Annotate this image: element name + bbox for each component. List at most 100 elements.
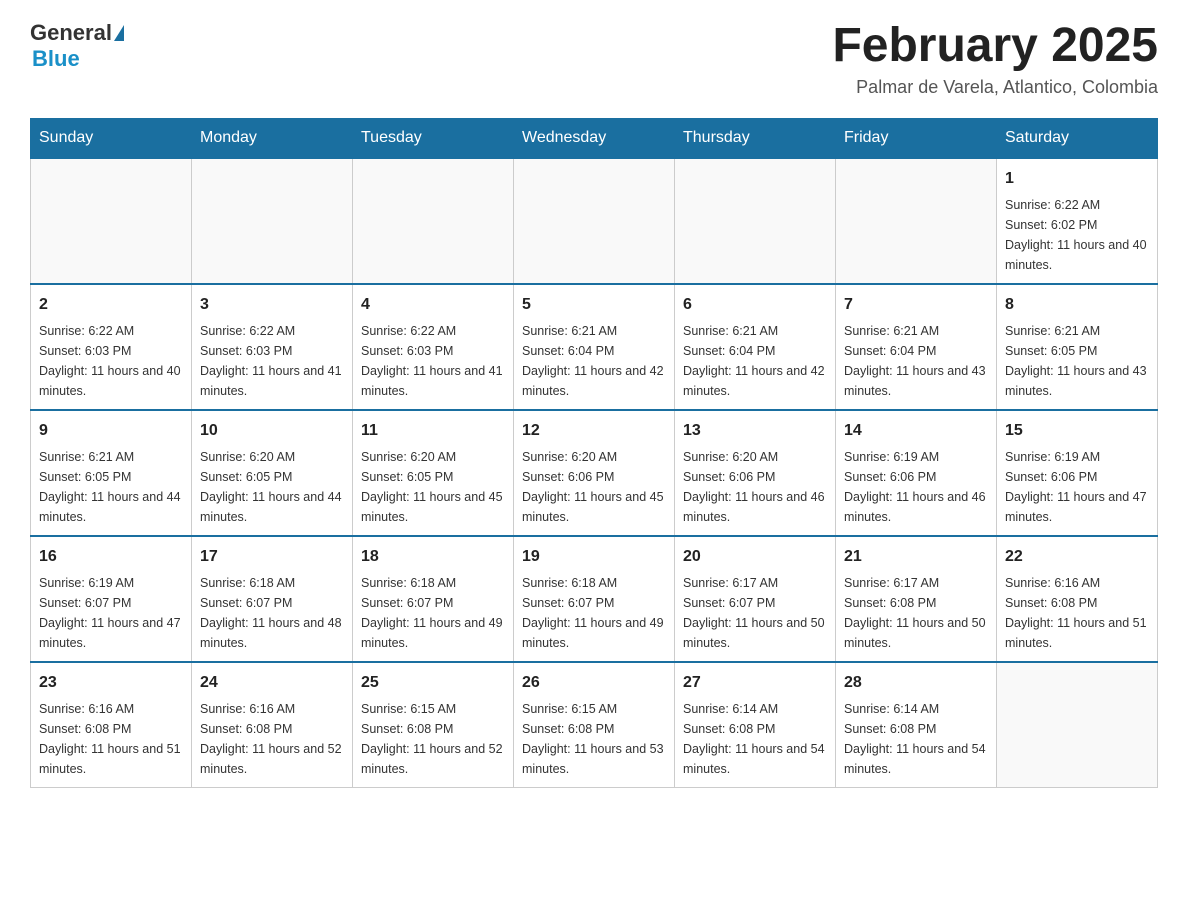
table-row: 15Sunrise: 6:19 AM Sunset: 6:06 PM Dayli… <box>997 410 1158 536</box>
table-row: 9 Sunrise: 6:21 AM Sunset: 6:05 PM Daylig… <box>31 410 192 536</box>
logo: General Blue <box>30 20 126 72</box>
day-number: 18 <box>361 545 505 569</box>
day-info: Sunrise: 6:21 AM Sunset: 6:04 PM Dayligh… <box>844 321 988 401</box>
day-number: 16 <box>39 545 183 569</box>
table-row: 20 Sunrise: 6:17 AM Sunset: 6:07 PM Dayli… <box>675 536 836 662</box>
header-saturday: Saturday <box>997 118 1158 158</box>
day-info: Sunrise: 6:20 AM Sunset: 6:06 PM Dayligh… <box>683 447 827 527</box>
day-number: 3 <box>200 293 344 317</box>
day-info: Sunrise: 6:20 AM Sunset: 6:05 PM Dayligh… <box>361 447 505 527</box>
day-info: Sunrise: 6:14 AM Sunset: 6:08 PM Dayligh… <box>844 699 988 779</box>
day-info: Sunrise: 6:14 AM Sunset: 6:08 PM Dayligh… <box>683 699 827 779</box>
logo-triangle-icon <box>114 25 124 41</box>
day-info: Sunrise: 6:22 AM Sunset: 6:03 PM Dayligh… <box>361 321 505 401</box>
day-info: Sunrise: 6:19 AM Sunset: 6:06 PM Dayligh… <box>844 447 988 527</box>
day-number: 1 <box>1005 167 1149 191</box>
table-row: 18 Sunrise: 6:18 AM Sunset: 6:07 PM Dayli… <box>353 536 514 662</box>
table-row <box>192 158 353 284</box>
day-number: 28 <box>844 671 988 695</box>
day-number: 5 <box>522 293 666 317</box>
day-number: 27 <box>683 671 827 695</box>
calendar-header-row: Sunday Monday Tuesday Wednesday Thursday… <box>31 118 1158 158</box>
calendar-week-row: 23 Sunrise: 6:16 AM Sunset: 6:08 PM Dayli… <box>31 662 1158 788</box>
table-row: 6Sunrise: 6:21 AM Sunset: 6:04 PM Daylig… <box>675 284 836 410</box>
table-row: 13 Sunrise: 6:20 AM Sunset: 6:06 PM Dayli… <box>675 410 836 536</box>
day-number: 10 <box>200 419 344 443</box>
day-number: 25 <box>361 671 505 695</box>
calendar-week-row: 9 Sunrise: 6:21 AM Sunset: 6:05 PM Daylig… <box>31 410 1158 536</box>
table-row: 11 Sunrise: 6:20 AM Sunset: 6:05 PM Dayli… <box>353 410 514 536</box>
header-tuesday: Tuesday <box>353 118 514 158</box>
day-number: 12 <box>522 419 666 443</box>
day-number: 20 <box>683 545 827 569</box>
page-header: General Blue February 2025 Palmar de Var… <box>30 20 1158 98</box>
table-row <box>31 158 192 284</box>
calendar-week-row: 1Sunrise: 6:22 AM Sunset: 6:02 PM Daylig… <box>31 158 1158 284</box>
day-number: 11 <box>361 419 505 443</box>
day-info: Sunrise: 6:21 AM Sunset: 6:05 PM Dayligh… <box>1005 321 1149 401</box>
table-row: 2Sunrise: 6:22 AM Sunset: 6:03 PM Daylig… <box>31 284 192 410</box>
day-info: Sunrise: 6:20 AM Sunset: 6:06 PM Dayligh… <box>522 447 666 527</box>
day-info: Sunrise: 6:17 AM Sunset: 6:08 PM Dayligh… <box>844 573 988 653</box>
table-row: 3 Sunrise: 6:22 AM Sunset: 6:03 PM Daylig… <box>192 284 353 410</box>
table-row: 22 Sunrise: 6:16 AM Sunset: 6:08 PM Dayli… <box>997 536 1158 662</box>
table-row <box>353 158 514 284</box>
table-row: 8Sunrise: 6:21 AM Sunset: 6:05 PM Daylig… <box>997 284 1158 410</box>
day-number: 9 <box>39 419 183 443</box>
table-row: 25 Sunrise: 6:15 AM Sunset: 6:08 PM Dayli… <box>353 662 514 788</box>
header-wednesday: Wednesday <box>514 118 675 158</box>
day-number: 2 <box>39 293 183 317</box>
day-info: Sunrise: 6:20 AM Sunset: 6:05 PM Dayligh… <box>200 447 344 527</box>
day-info: Sunrise: 6:18 AM Sunset: 6:07 PM Dayligh… <box>361 573 505 653</box>
day-info: Sunrise: 6:16 AM Sunset: 6:08 PM Dayligh… <box>39 699 183 779</box>
day-number: 14 <box>844 419 988 443</box>
table-row: 21 Sunrise: 6:17 AM Sunset: 6:08 PM Dayli… <box>836 536 997 662</box>
day-info: Sunrise: 6:18 AM Sunset: 6:07 PM Dayligh… <box>200 573 344 653</box>
table-row: 5Sunrise: 6:21 AM Sunset: 6:04 PM Daylig… <box>514 284 675 410</box>
table-row: 16 Sunrise: 6:19 AM Sunset: 6:07 PM Dayli… <box>31 536 192 662</box>
day-number: 4 <box>361 293 505 317</box>
day-info: Sunrise: 6:16 AM Sunset: 6:08 PM Dayligh… <box>1005 573 1149 653</box>
table-row <box>675 158 836 284</box>
day-number: 23 <box>39 671 183 695</box>
day-info: Sunrise: 6:21 AM Sunset: 6:05 PM Dayligh… <box>39 447 183 527</box>
day-number: 19 <box>522 545 666 569</box>
location-text: Palmar de Varela, Atlantico, Colombia <box>832 77 1158 98</box>
table-row <box>514 158 675 284</box>
day-number: 7 <box>844 293 988 317</box>
day-info: Sunrise: 6:16 AM Sunset: 6:08 PM Dayligh… <box>200 699 344 779</box>
day-info: Sunrise: 6:18 AM Sunset: 6:07 PM Dayligh… <box>522 573 666 653</box>
table-row: 26 Sunrise: 6:15 AM Sunset: 6:08 PM Dayli… <box>514 662 675 788</box>
day-number: 26 <box>522 671 666 695</box>
day-number: 24 <box>200 671 344 695</box>
calendar-table: Sunday Monday Tuesday Wednesday Thursday… <box>30 118 1158 788</box>
day-info: Sunrise: 6:22 AM Sunset: 6:03 PM Dayligh… <box>200 321 344 401</box>
header-monday: Monday <box>192 118 353 158</box>
header-sunday: Sunday <box>31 118 192 158</box>
day-info: Sunrise: 6:15 AM Sunset: 6:08 PM Dayligh… <box>361 699 505 779</box>
table-row <box>836 158 997 284</box>
header-thursday: Thursday <box>675 118 836 158</box>
table-row: 28 Sunrise: 6:14 AM Sunset: 6:08 PM Dayli… <box>836 662 997 788</box>
header-friday: Friday <box>836 118 997 158</box>
logo-blue-text: Blue <box>32 46 80 72</box>
day-number: 21 <box>844 545 988 569</box>
day-info: Sunrise: 6:19 AM Sunset: 6:07 PM Dayligh… <box>39 573 183 653</box>
table-row: 14 Sunrise: 6:19 AM Sunset: 6:06 PM Dayli… <box>836 410 997 536</box>
table-row: 27 Sunrise: 6:14 AM Sunset: 6:08 PM Dayli… <box>675 662 836 788</box>
table-row: 4 Sunrise: 6:22 AM Sunset: 6:03 PM Daylig… <box>353 284 514 410</box>
day-number: 13 <box>683 419 827 443</box>
logo-general-text: General <box>30 20 112 46</box>
table-row: 23 Sunrise: 6:16 AM Sunset: 6:08 PM Dayli… <box>31 662 192 788</box>
table-row: 10 Sunrise: 6:20 AM Sunset: 6:05 PM Dayli… <box>192 410 353 536</box>
table-row: 19 Sunrise: 6:18 AM Sunset: 6:07 PM Dayli… <box>514 536 675 662</box>
day-info: Sunrise: 6:15 AM Sunset: 6:08 PM Dayligh… <box>522 699 666 779</box>
day-number: 15 <box>1005 419 1149 443</box>
table-row: 7 Sunrise: 6:21 AM Sunset: 6:04 PM Daylig… <box>836 284 997 410</box>
title-section: February 2025 Palmar de Varela, Atlantic… <box>832 20 1158 98</box>
day-info: Sunrise: 6:17 AM Sunset: 6:07 PM Dayligh… <box>683 573 827 653</box>
day-number: 6 <box>683 293 827 317</box>
table-row <box>997 662 1158 788</box>
day-number: 22 <box>1005 545 1149 569</box>
day-number: 17 <box>200 545 344 569</box>
